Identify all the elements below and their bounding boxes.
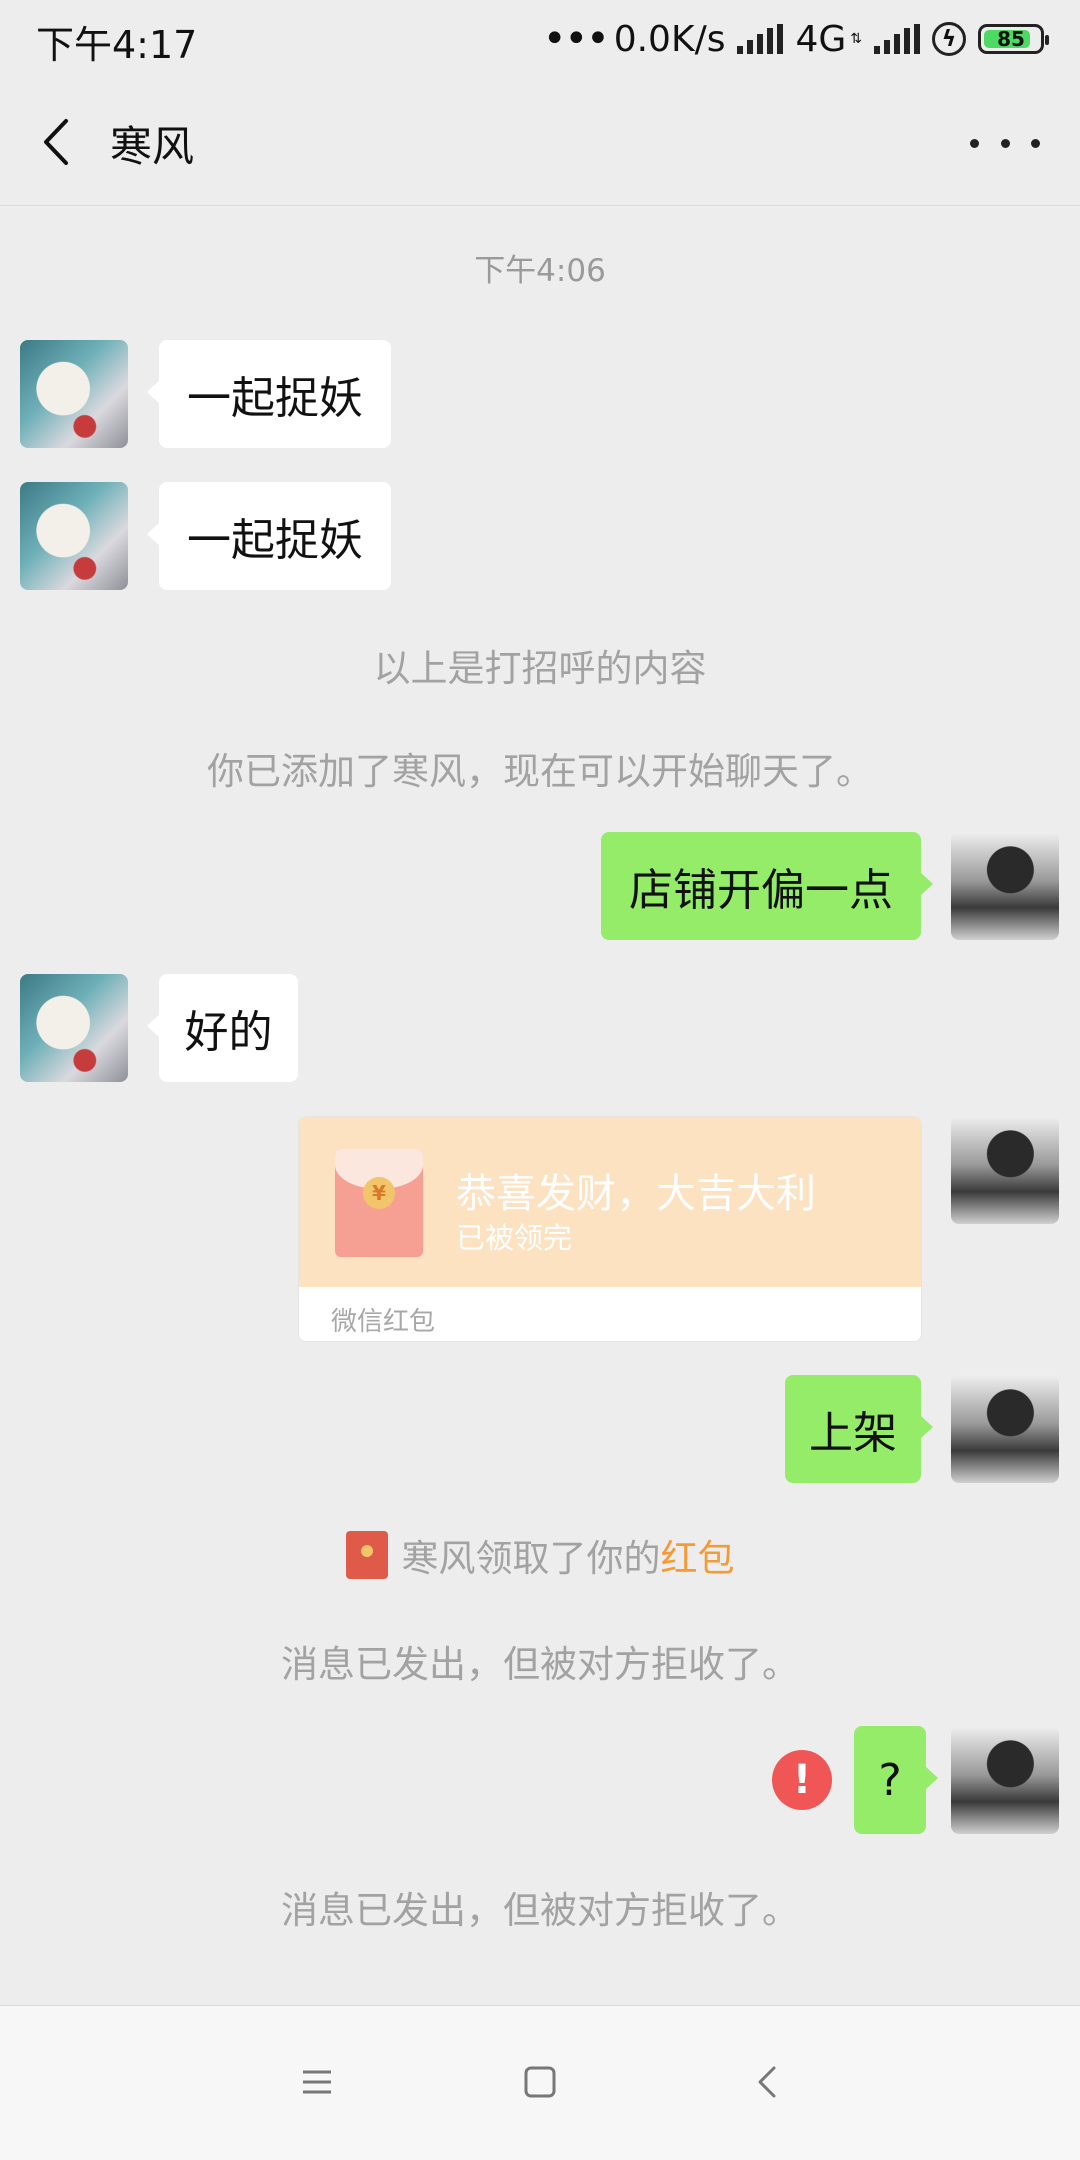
send-failed-icon[interactable]: ! <box>772 1750 832 1810</box>
menu-button[interactable] <box>282 2052 352 2112</box>
message-bubble[interactable]: 一起捉妖 <box>147 482 391 590</box>
home-button[interactable] <box>505 2052 575 2112</box>
network-type: 4G <box>795 18 847 60</box>
chat-timestamp: 下午4:06 <box>474 253 606 289</box>
red-packet-link[interactable]: 红包 <box>661 1537 735 1580</box>
more-dots-icon <box>970 138 979 148</box>
system-message: 消息已发出，但被对方拒收了。 <box>281 1643 799 1686</box>
red-packet-footer: 微信红包 <box>331 1307 436 1337</box>
red-packet-title: 恭喜发财，大吉大利 <box>456 1171 816 1217</box>
red-packet-card[interactable]: ¥ 恭喜发财，大吉大利 已被领完 微信红包 <box>298 1116 922 1342</box>
system-message: 消息已发出，但被对方拒收了。 <box>281 1889 799 1932</box>
status-bar: 下午4:17 ••• 0.0K/s 4G ⇅ ϟ 85 <box>0 0 1080 80</box>
more-dot <box>1031 138 1040 148</box>
status-indicators: ••• 0.0K/s 4G ⇅ ϟ 85 <box>542 14 1049 64</box>
red-packet-icon: ¥ <box>335 1149 423 1257</box>
battery-icon: 85 <box>978 24 1049 54</box>
message-bubble[interactable]: 好的 <box>147 974 298 1082</box>
network-speed: 0.0K/s <box>613 18 726 60</box>
charging-icon: ϟ <box>932 22 966 56</box>
menu-icon <box>303 2070 331 2094</box>
system-nav-bar <box>0 2006 1080 2160</box>
battery-nub <box>1045 35 1049 45</box>
more-dot <box>1000 138 1010 148</box>
red-packet-status: 已被领完 <box>456 1221 573 1255</box>
my-message-bubble[interactable]: 店铺开偏一点 <box>601 832 933 940</box>
contact-avatar[interactable] <box>20 482 128 590</box>
contact-avatar[interactable] <box>20 340 128 448</box>
back-button[interactable] <box>30 112 80 172</box>
back-triangle-icon <box>758 2066 776 2098</box>
signal-icon <box>737 24 784 54</box>
message-bubble[interactable]: 一起捉妖 <box>147 340 391 448</box>
red-packet-mini-icon <box>345 1531 388 1579</box>
more-notifications-icon: ••• <box>542 16 610 62</box>
chat-header: 寒风 <box>0 80 1080 206</box>
notice-prefix: 寒风领取了你的 <box>401 1537 661 1580</box>
my-avatar[interactable] <box>951 1116 1059 1224</box>
battery-level: 85 <box>997 27 1025 51</box>
contact-avatar[interactable] <box>20 974 128 1082</box>
my-avatar[interactable] <box>951 832 1059 940</box>
system-message: 以上是打招呼的内容 <box>373 647 707 690</box>
my-avatar[interactable] <box>951 1375 1059 1483</box>
red-packet-notice-text: 寒风领取了你的红包 <box>402 1528 735 1582</box>
my-avatar[interactable] <box>951 1726 1059 1834</box>
signal-icon-2 <box>874 24 920 54</box>
nav-back-button[interactable] <box>733 2052 803 2112</box>
data-arrows-icon: ⇅ <box>850 31 862 47</box>
home-square-icon <box>524 2066 556 2098</box>
coin-icon: ¥ <box>363 1177 395 1209</box>
my-message-bubble[interactable]: ? <box>854 1726 938 1834</box>
chevron-left-icon <box>44 119 68 165</box>
chat-title: 寒风 <box>110 122 195 171</box>
more-button[interactable] <box>970 118 1040 168</box>
my-message-bubble[interactable]: 上架 <box>785 1375 933 1483</box>
system-message: 你已添加了寒风，现在可以开始聊天了。 <box>207 750 873 793</box>
red-packet-top: ¥ 恭喜发财，大吉大利 已被领完 <box>299 1117 921 1287</box>
status-time: 下午4:17 <box>36 23 198 67</box>
red-packet-notice: 寒风领取了你的红包 <box>0 1528 1080 1582</box>
